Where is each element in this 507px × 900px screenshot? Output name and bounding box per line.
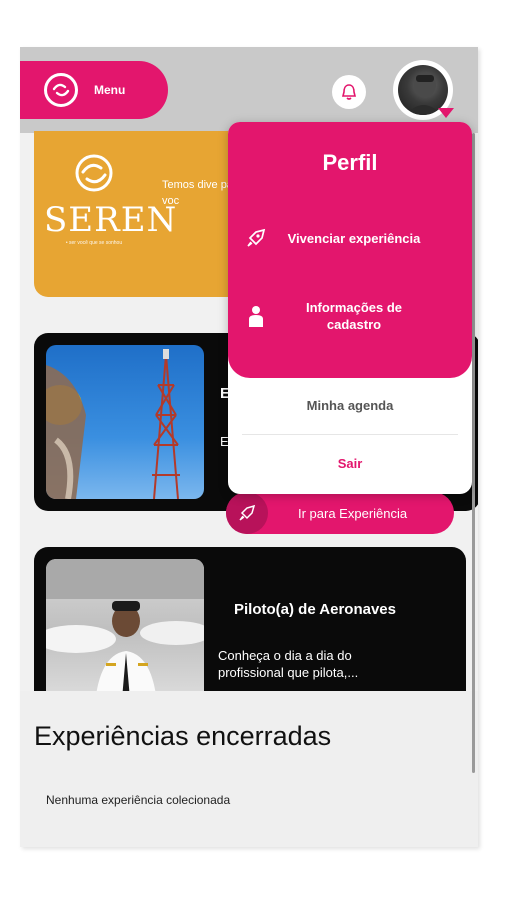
card-description: Conheça o dia a dia do profissional que …	[218, 648, 359, 680]
seren-tagline: • ser você que se sonhou	[65, 240, 123, 246]
empty-state-message: Nenhuma experiência colecionada	[46, 793, 231, 807]
profile-dropdown: Perfil Vivenciar experiência Informações…	[228, 122, 472, 494]
menu-item-experience[interactable]: Vivenciar experiência	[228, 208, 472, 268]
my-schedule-link[interactable]: Minha agenda	[228, 398, 472, 413]
brand-logo-icon	[44, 73, 78, 107]
scrollbar[interactable]	[472, 133, 475, 773]
profile-title: Perfil	[322, 150, 378, 175]
divider	[242, 434, 458, 435]
menu-label: Menu	[94, 83, 126, 97]
menu-item-label: Vivenciar experiência	[287, 230, 421, 246]
rocket-icon	[228, 227, 284, 249]
profile-dropdown-header: Perfil Vivenciar experiência Informações…	[228, 122, 472, 378]
section-title: Experiências encerradas	[34, 721, 332, 751]
rocket-icon	[226, 492, 268, 534]
notification-bell-icon[interactable]	[332, 75, 366, 109]
menu-item-label: Informações de cadastro	[305, 300, 403, 332]
seren-logo: SEREN • ser você que se sonhou	[44, 153, 178, 246]
tower-worker-image	[46, 345, 204, 499]
go-to-experience-button[interactable]: Ir para Experiência	[226, 492, 454, 534]
closed-experiences-section: Experiências encerradas Nenhuma experiên…	[20, 691, 478, 847]
top-bar: Menu	[20, 47, 478, 133]
card-title: Piloto(a) de Aeronaves	[234, 601, 396, 618]
app-frame: Menu SEREN • ser você que se sonhou Temo…	[20, 47, 478, 847]
seren-emblem-icon	[75, 154, 113, 192]
logout-link[interactable]: Sair	[228, 456, 472, 471]
seren-wordmark: SEREN	[44, 200, 178, 240]
promo-banner: SEREN • ser você que se sonhou Temos div…	[34, 131, 244, 297]
go-to-experience-label: Ir para Experiência	[298, 505, 408, 521]
avatar-caret-icon	[438, 108, 454, 118]
person-icon	[228, 305, 284, 327]
menu-item-registration[interactable]: Informações de cadastro	[228, 286, 472, 346]
menu-button[interactable]: Menu	[20, 61, 168, 119]
